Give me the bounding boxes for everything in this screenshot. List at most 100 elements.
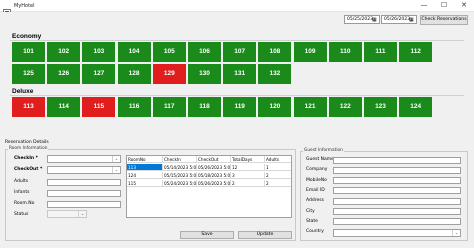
checkin-combo[interactable]: ⌄: [47, 155, 121, 163]
reservations-grid[interactable]: RoomNo CheckIn CheckOut TotalDays Adults 113 0…: [126, 155, 292, 218]
grid-cell[interactable]: 05/26/2023 5:03...: [197, 164, 231, 171]
room-button-107[interactable]: 107: [223, 42, 257, 62]
app-icon: [3, 2, 11, 17]
room-button-122[interactable]: 122: [328, 97, 362, 117]
grid-cell[interactable]: 115: [127, 180, 163, 187]
grid-cell[interactable]: 12: [231, 164, 265, 171]
guest-field-input[interactable]: [333, 197, 461, 205]
grid-column-header[interactable]: TotalDays: [231, 156, 265, 163]
maximize-button[interactable]: ☐: [434, 0, 454, 11]
room-button-117[interactable]: 117: [152, 97, 186, 117]
room-button-126[interactable]: 126: [47, 64, 81, 84]
room-button-118[interactable]: 118: [188, 97, 221, 117]
divider: [10, 40, 464, 41]
grid-cell[interactable]: 113: [127, 164, 163, 171]
room-button-106[interactable]: 106: [188, 42, 221, 62]
room-button-129[interactable]: 129: [152, 64, 186, 84]
grid-cell[interactable]: 05/14/2023 5:03...: [163, 164, 197, 171]
room-button-105[interactable]: 105: [152, 42, 186, 62]
guest-field-input[interactable]: [333, 177, 461, 185]
guest-field-input[interactable]: ⌄: [333, 228, 461, 237]
save-button[interactable]: Save: [180, 231, 234, 239]
room-button-120[interactable]: 120: [258, 97, 292, 117]
grid-cell[interactable]: 2: [265, 180, 291, 187]
adults-input[interactable]: [47, 179, 121, 186]
room-button-113[interactable]: 113: [12, 97, 45, 117]
roomno-label: Room.No: [14, 201, 35, 206]
room-button-110[interactable]: 110: [328, 42, 362, 62]
checkout-label: CheckOut *: [14, 167, 43, 172]
room-button-103[interactable]: 103: [82, 42, 116, 62]
grid-cell[interactable]: 05/18/2023 5:03...: [197, 172, 231, 179]
guest-field-label: MobileNo: [306, 177, 327, 183]
status-label: Status: [14, 212, 29, 217]
chevron-down-icon[interactable]: ⌄: [112, 167, 120, 173]
room-button-125[interactable]: 125: [12, 64, 45, 84]
room-button-130[interactable]: 130: [188, 64, 221, 84]
guest-field-label: Country: [306, 229, 324, 235]
room-button-108[interactable]: 108: [258, 42, 292, 62]
guest-field-input[interactable]: [333, 166, 461, 174]
roomno-input[interactable]: [47, 201, 121, 208]
grid-column-header[interactable]: RoomNo: [127, 156, 163, 163]
room-button-131[interactable]: 131: [223, 64, 257, 84]
room-button-128[interactable]: 128: [117, 64, 151, 84]
guest-information-group: [300, 151, 468, 241]
divider: [10, 95, 464, 96]
room-button-123[interactable]: 123: [364, 97, 397, 117]
grid-cell[interactable]: 2: [265, 172, 291, 179]
guest-field-label: City: [306, 208, 315, 214]
checkout-date-picker[interactable]: 05/26/2023 ▦: [381, 15, 417, 24]
room-button-101[interactable]: 101: [12, 42, 45, 62]
checkin-date-picker[interactable]: 05/25/2023 ▦: [344, 15, 380, 24]
update-button[interactable]: Update: [238, 231, 292, 239]
check-reservations-button[interactable]: Check Reservations: [420, 15, 468, 25]
room-button-119[interactable]: 119: [223, 97, 257, 117]
grid-column-header[interactable]: CheckOut: [197, 156, 231, 163]
category-title-economy: Economy: [12, 33, 42, 40]
grid-column-header[interactable]: Adults: [265, 156, 291, 163]
guest-field-label: State: [306, 218, 318, 224]
room-button-102[interactable]: 102: [47, 42, 81, 62]
room-button-124[interactable]: 124: [399, 97, 433, 117]
grid-cell[interactable]: 3: [231, 172, 265, 179]
room-button-127[interactable]: 127: [82, 64, 116, 84]
room-button-115[interactable]: 115: [82, 97, 116, 117]
guest-field-input[interactable]: [333, 156, 461, 164]
room-button-121[interactable]: 121: [293, 97, 327, 117]
room-button-114[interactable]: 114: [47, 97, 81, 117]
guest-field-input[interactable]: [333, 208, 461, 215]
grid-column-header[interactable]: CheckIn: [163, 156, 197, 163]
guest-field-input[interactable]: [333, 187, 461, 195]
room-button-111[interactable]: 111: [364, 42, 397, 62]
status-combo[interactable]: ⌄: [47, 210, 87, 218]
calendar-icon[interactable]: ▦: [409, 17, 415, 23]
grid-cell[interactable]: 05/26/2023 5:03...: [197, 180, 231, 187]
chevron-down-icon[interactable]: ⌄: [112, 156, 120, 162]
chevron-down-icon[interactable]: ⌄: [452, 229, 460, 236]
grid-cell[interactable]: 05/24/2023 5:03...: [163, 180, 197, 187]
room-button-132[interactable]: 132: [258, 64, 292, 84]
checkout-combo[interactable]: ⌄: [47, 166, 121, 174]
title-bar: [0, 0, 474, 12]
room-button-112[interactable]: 112: [399, 42, 433, 62]
infants-label: Infants: [14, 190, 30, 195]
room-button-116[interactable]: 116: [117, 97, 151, 117]
guest-field-label: Company: [306, 167, 328, 173]
checkin-label: CheckIn *: [14, 156, 39, 161]
room-button-109[interactable]: 109: [293, 42, 327, 62]
grid-cell[interactable]: 2: [231, 180, 265, 187]
grid-cell[interactable]: 05/15/2023 5:03...: [163, 172, 197, 179]
grid-cell[interactable]: 124: [127, 172, 163, 179]
close-button[interactable]: ✕: [454, 0, 474, 11]
room-button-104[interactable]: 104: [117, 42, 151, 62]
guest-field-label: Address: [306, 198, 324, 204]
calendar-icon[interactable]: ▦: [372, 17, 378, 23]
grid-cell[interactable]: 1: [265, 164, 291, 171]
guest-field-input[interactable]: [333, 218, 461, 226]
checkout-date-value: 05/26/2023: [384, 17, 410, 22]
infants-input[interactable]: [47, 190, 121, 197]
chevron-down-icon[interactable]: ⌄: [78, 211, 86, 217]
minimize-button[interactable]: —: [414, 0, 434, 11]
room-information-title: Room Information: [8, 146, 49, 151]
